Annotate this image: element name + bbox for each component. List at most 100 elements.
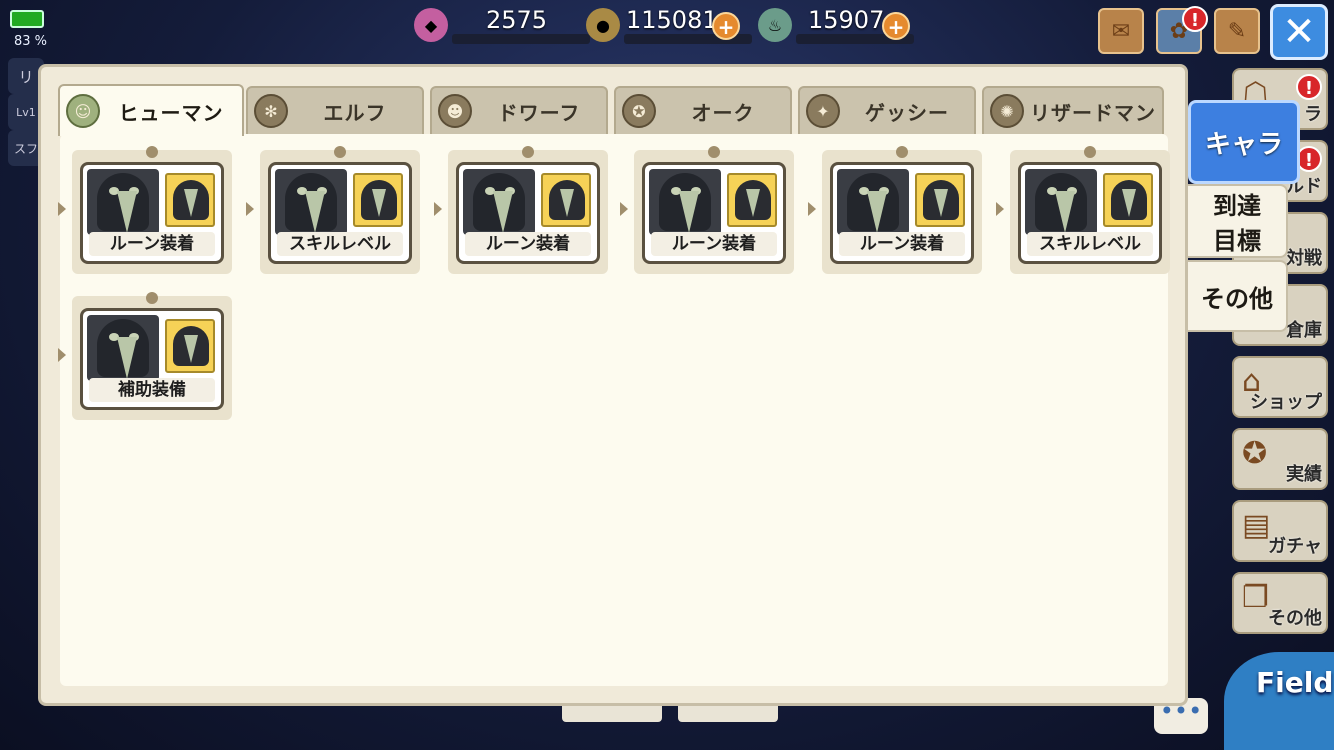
menu-label: 倉庫 [1286, 320, 1322, 341]
target-character-badge [1103, 173, 1153, 227]
menu-label: ガチャ [1268, 536, 1322, 557]
gacha-icon: ▤ [1242, 508, 1271, 543]
right-menu-item[interactable]: ❐ その他 [1232, 572, 1328, 634]
mail-icon: ✉ [1111, 18, 1131, 44]
side-tab-1[interactable]: 到達 目標 [1188, 184, 1288, 258]
gift-button[interactable]: ✿ ! [1156, 6, 1208, 54]
goal-node[interactable]: スキルレベル [1010, 146, 1170, 274]
potion-icon: ♨ [758, 8, 792, 42]
goal-card[interactable]: スキルレベル [268, 162, 412, 264]
race-emblem-icon: ✻ [254, 94, 288, 128]
menu-label: ショップ [1250, 392, 1322, 413]
tab-label: エルフ [323, 100, 387, 125]
goal-node[interactable]: 補助装備 [72, 292, 232, 420]
mini-beak [560, 189, 574, 217]
side-tab-0[interactable]: キャラ [1188, 100, 1300, 184]
flow-arrow [58, 202, 66, 216]
plague-mask-beak [305, 191, 325, 233]
side-tab-2[interactable]: その他 [1188, 260, 1288, 332]
tab-label: ゲッシー [865, 100, 949, 125]
goal-card[interactable]: ルーン装着 [830, 162, 974, 264]
add-gold-button[interactable]: + [712, 12, 740, 40]
resource-potion: ♨ 15907 + [758, 6, 928, 44]
goal-label: スキルレベル [277, 232, 403, 256]
race-emblem-icon: ✪ [622, 94, 656, 128]
tab-race-3[interactable]: ✪ オーク [614, 86, 792, 134]
target-character-badge [353, 173, 403, 227]
node-connector [896, 146, 908, 158]
flow-arrow [808, 202, 816, 216]
character-portrait [1025, 169, 1097, 235]
flow-arrow [620, 202, 628, 216]
character-portrait [649, 169, 721, 235]
target-character-badge [165, 173, 215, 227]
plague-mask-beak [117, 337, 137, 379]
flow-arrow [434, 202, 442, 216]
tab-race-1[interactable]: ✻ エルフ [246, 86, 424, 134]
node-connector [334, 146, 346, 158]
character-portrait [87, 169, 159, 235]
goal-card[interactable]: 補助装備 [80, 308, 224, 410]
close-button[interactable]: ✕ [1270, 4, 1328, 60]
goal-node[interactable]: スキルレベル [260, 146, 420, 274]
coin-icon: ● [586, 8, 620, 42]
tab-label: ドワーフ [497, 100, 581, 125]
mini-beak [1122, 189, 1136, 217]
node-connector [146, 146, 158, 158]
flow-arrow [996, 202, 1004, 216]
quest-icon: ✎ [1227, 18, 1247, 44]
goal-card[interactable]: ルーン装着 [80, 162, 224, 264]
target-character-badge [541, 173, 591, 227]
target-character-badge [915, 173, 965, 227]
character-portrait [275, 169, 347, 235]
other-icon: ❐ [1242, 580, 1269, 615]
goal-label: 補助装備 [89, 378, 215, 402]
menu-label: 実績 [1286, 464, 1322, 485]
tab-race-5[interactable]: ✺ リザードマン [982, 86, 1164, 134]
goal-card[interactable]: ルーン装着 [642, 162, 786, 264]
plague-mask-beak [1055, 191, 1075, 233]
mail-button[interactable]: ✉ [1098, 8, 1144, 54]
character-portrait [87, 315, 159, 381]
resource-value: 15907 [808, 6, 885, 34]
target-character-badge [165, 319, 215, 373]
tab-label: リザードマン [1030, 100, 1156, 125]
right-menu-item[interactable]: ⌂ ショップ [1232, 356, 1328, 418]
resource-value: 115081 [626, 6, 718, 34]
goal-node[interactable]: ルーン装着 [634, 146, 794, 274]
field-label: Field [1256, 666, 1334, 699]
alert-badge: ! [1296, 74, 1322, 100]
right-menu-item[interactable]: ▤ ガチャ [1232, 500, 1328, 562]
goal-label: ルーン装着 [465, 232, 591, 256]
right-menu-item[interactable]: ✪ 実績 [1232, 428, 1328, 490]
plague-mask-beak [117, 191, 137, 233]
race-emblem-icon: ☻ [438, 94, 472, 128]
goal-card[interactable]: ルーン装着 [456, 162, 600, 264]
alert-badge: ! [1182, 6, 1208, 32]
mini-beak [184, 335, 198, 363]
mini-beak [372, 189, 386, 217]
goal-node[interactable]: ルーン装着 [822, 146, 982, 274]
goal-card[interactable]: スキルレベル [1018, 162, 1162, 264]
resource-value: 2575 [486, 6, 548, 34]
goal-label: ルーン装着 [89, 232, 215, 256]
goal-label: ルーン装着 [839, 232, 965, 256]
race-emblem-icon: ✺ [990, 94, 1024, 128]
goal-node[interactable]: ルーン装着 [448, 146, 608, 274]
mini-beak [184, 189, 198, 217]
tab-race-0[interactable]: ☺ ヒューマン [58, 84, 244, 136]
tab-race-2[interactable]: ☻ ドワーフ [430, 86, 608, 134]
add-potion-button[interactable]: + [882, 12, 910, 40]
target-character-badge [727, 173, 777, 227]
tab-label: ヒューマン [118, 100, 224, 125]
flow-arrow [246, 202, 254, 216]
tab-race-4[interactable]: ✦ ゲッシー [798, 86, 976, 134]
battery-icon [10, 10, 44, 28]
goal-label: ルーン装着 [651, 232, 777, 256]
quest-button[interactable]: ✎ [1214, 8, 1260, 54]
menu-label: ラ [1304, 104, 1322, 125]
battery-percent: 83 % [14, 34, 48, 49]
menu-label: その他 [1268, 608, 1322, 629]
goal-node[interactable]: ルーン装着 [72, 146, 232, 274]
race-emblem-icon: ☺ [66, 94, 100, 128]
